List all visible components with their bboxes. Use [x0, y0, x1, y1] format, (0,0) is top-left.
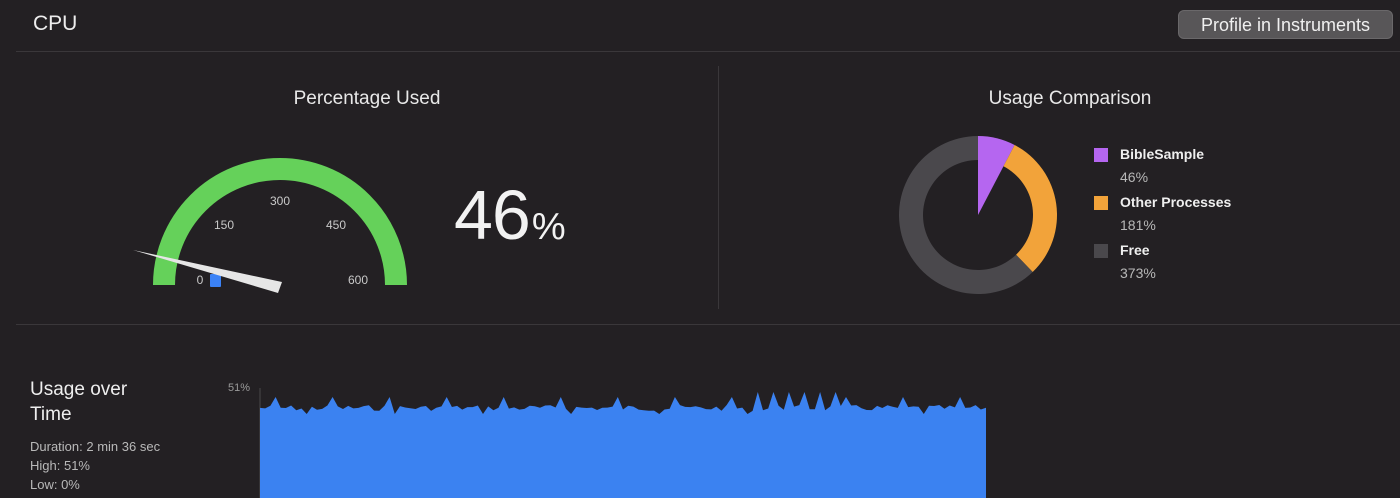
y-axis-max-label: 51%: [228, 382, 251, 394]
legend-value-biblesample: 46%: [1120, 169, 1149, 185]
donut-slice-biblesample: [978, 136, 1015, 215]
legend-value-other-processes: 181%: [1120, 217, 1156, 233]
usage-low: Low: 0%: [30, 477, 80, 492]
legend-name-biblesample: BibleSample: [1120, 146, 1205, 162]
gauge-tick-0: 0: [197, 273, 204, 287]
header: CPU Profile in Instruments: [0, 0, 1400, 51]
legend-swatch-free: [1094, 244, 1108, 258]
usage-duration: Duration: 2 min 36 sec: [30, 439, 161, 454]
gauge-current-marker: [210, 274, 221, 287]
donut-slice-other-processes: [1003, 144, 1057, 273]
usage-comparison-title: Usage Comparison: [988, 88, 1152, 109]
header-divider: [16, 51, 1400, 52]
legend-swatch-biblesample: [1094, 148, 1108, 162]
legend-name-other-processes: Other Processes: [1120, 194, 1232, 210]
cpu-gauge: 0 150 300 450 600: [133, 158, 407, 293]
percentage-unit: %: [531, 206, 566, 248]
legend-value-free: 373%: [1120, 265, 1156, 281]
gauge-tick-450: 450: [326, 218, 346, 232]
section-divider: [718, 66, 719, 309]
gauge-tick-600: 600: [348, 273, 368, 287]
usage-high: High: 51%: [30, 458, 90, 473]
usage-comparison-donut: [899, 136, 1057, 294]
page-title: CPU: [33, 12, 78, 35]
usage-timeline-chart: [259, 388, 986, 498]
percentage-value: 46%: [454, 175, 566, 255]
legend-swatch-other-processes: [1094, 196, 1108, 210]
percentage-number: 46: [454, 176, 531, 254]
section-divider-horizontal: [16, 324, 1400, 325]
legend-name-free: Free: [1120, 242, 1150, 258]
percentage-used-title: Percentage Used: [293, 88, 441, 109]
usage-over-time-title: Usage over Time: [30, 379, 128, 425]
usage-area: [260, 392, 986, 498]
profile-in-instruments-button[interactable]: Profile in Instruments: [1178, 10, 1393, 39]
gauge-tick-150: 150: [214, 218, 234, 232]
gauge-tick-300: 300: [270, 194, 290, 208]
